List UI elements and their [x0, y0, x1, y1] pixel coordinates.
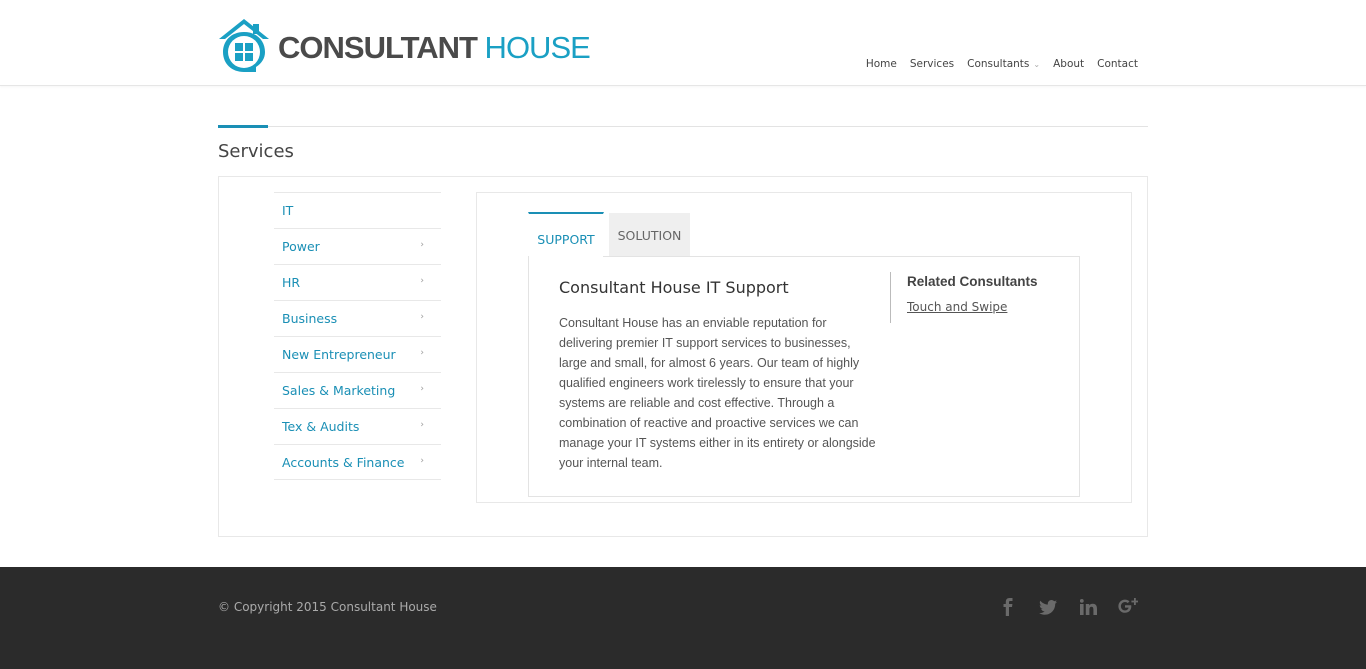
nav-item-label: Home [865, 58, 897, 70]
nav-item-consultants[interactable]: Consultants ⌄ [967, 58, 1040, 70]
site-header: CONSULTANT HOUSE Home Services Consultan… [0, 0, 1366, 86]
page-title: Services [218, 141, 294, 162]
nav-item-home[interactable]: Home [866, 58, 897, 70]
sidebar-item-sales-marketing[interactable]: Sales & Marketing › [274, 372, 441, 408]
nav-item-contact[interactable]: Contact [1097, 58, 1138, 70]
linkedin-icon[interactable] [1077, 596, 1099, 618]
sidebar-item-label: IT [282, 203, 294, 218]
sidebar-item-hr[interactable]: HR › [274, 264, 441, 300]
sidebar-item-label: Accounts & Finance [282, 454, 405, 470]
related-consultant-link[interactable]: Touch and Swipe [907, 300, 1007, 314]
sidebar-item-label: New Entrepreneur [282, 347, 396, 362]
sidebar-item-new-entrepreneur[interactable]: New Entrepreneur › [274, 336, 441, 372]
article-title: Consultant House IT Support [559, 278, 789, 297]
copyright-text: © Copyright 2015 Consultant House [218, 600, 437, 614]
chevron-right-icon: › [420, 312, 424, 322]
nav-item-about[interactable]: About [1053, 58, 1084, 70]
active-tab-joint [529, 255, 603, 257]
tab-solution[interactable]: SOLUTION [609, 213, 690, 257]
sidebar-item-label: Power [282, 239, 320, 254]
sidebar-item-label: Business [282, 311, 338, 326]
main-nav: Home Services Consultants ⌄ About Contact [853, 58, 1138, 70]
title-accent-bar [218, 125, 268, 128]
nav-item-label: Services [909, 58, 955, 70]
nav-item-label: About [1053, 58, 1085, 70]
logo-wordmark: CONSULTANT HOUSE [278, 29, 591, 65]
title-divider [218, 126, 1148, 127]
sidebar-item-power[interactable]: Power › [274, 228, 441, 264]
chevron-right-icon: › [420, 348, 424, 358]
sidebar-item-accounts-finance[interactable]: Accounts & Finance › [274, 444, 441, 480]
google-plus-icon[interactable] [1117, 596, 1139, 618]
nav-item-services[interactable]: Services [910, 58, 954, 70]
chevron-down-icon: ⌄ [1033, 59, 1041, 69]
tab-label: SOLUTION [617, 227, 682, 243]
related-divider [890, 272, 891, 323]
sidebar-item-business[interactable]: Business › [274, 300, 441, 336]
related-consultants-heading: Related Consultants [907, 274, 1038, 289]
facebook-icon[interactable] [997, 596, 1019, 618]
nav-item-label: Contact [1097, 58, 1138, 70]
article-body: Consultant House has an enviable reputat… [559, 316, 876, 470]
chevron-right-icon: › [420, 456, 424, 466]
tab-support[interactable]: SUPPORT [528, 212, 604, 256]
sidebar-item-label: Tex & Audits [282, 419, 360, 434]
tab-label: SUPPORT [537, 231, 595, 247]
sidebar-item-label: HR [282, 275, 301, 290]
logo-word-house: HOUSE [476, 29, 591, 65]
site-logo[interactable]: CONSULTANT HOUSE [218, 18, 591, 74]
services-sidebar: IT Power › HR › Business › New Entrepreneur… [274, 192, 441, 480]
sidebar-item-label: Sales & Marketing [282, 383, 396, 398]
logo-word-consultant: CONSULTANT [278, 29, 478, 65]
house-logo-icon [219, 19, 269, 72]
site-footer [0, 567, 1366, 669]
chevron-right-icon: › [420, 420, 424, 430]
nav-item-label: Consultants [967, 58, 1030, 70]
twitter-icon[interactable] [1037, 596, 1059, 618]
chevron-right-icon: › [420, 276, 424, 286]
sidebar-item-tex-audits[interactable]: Tex & Audits › [274, 408, 441, 444]
chevron-right-icon: › [420, 240, 424, 250]
sidebar-item-it[interactable]: IT [274, 192, 441, 228]
chevron-right-icon: › [420, 384, 424, 394]
